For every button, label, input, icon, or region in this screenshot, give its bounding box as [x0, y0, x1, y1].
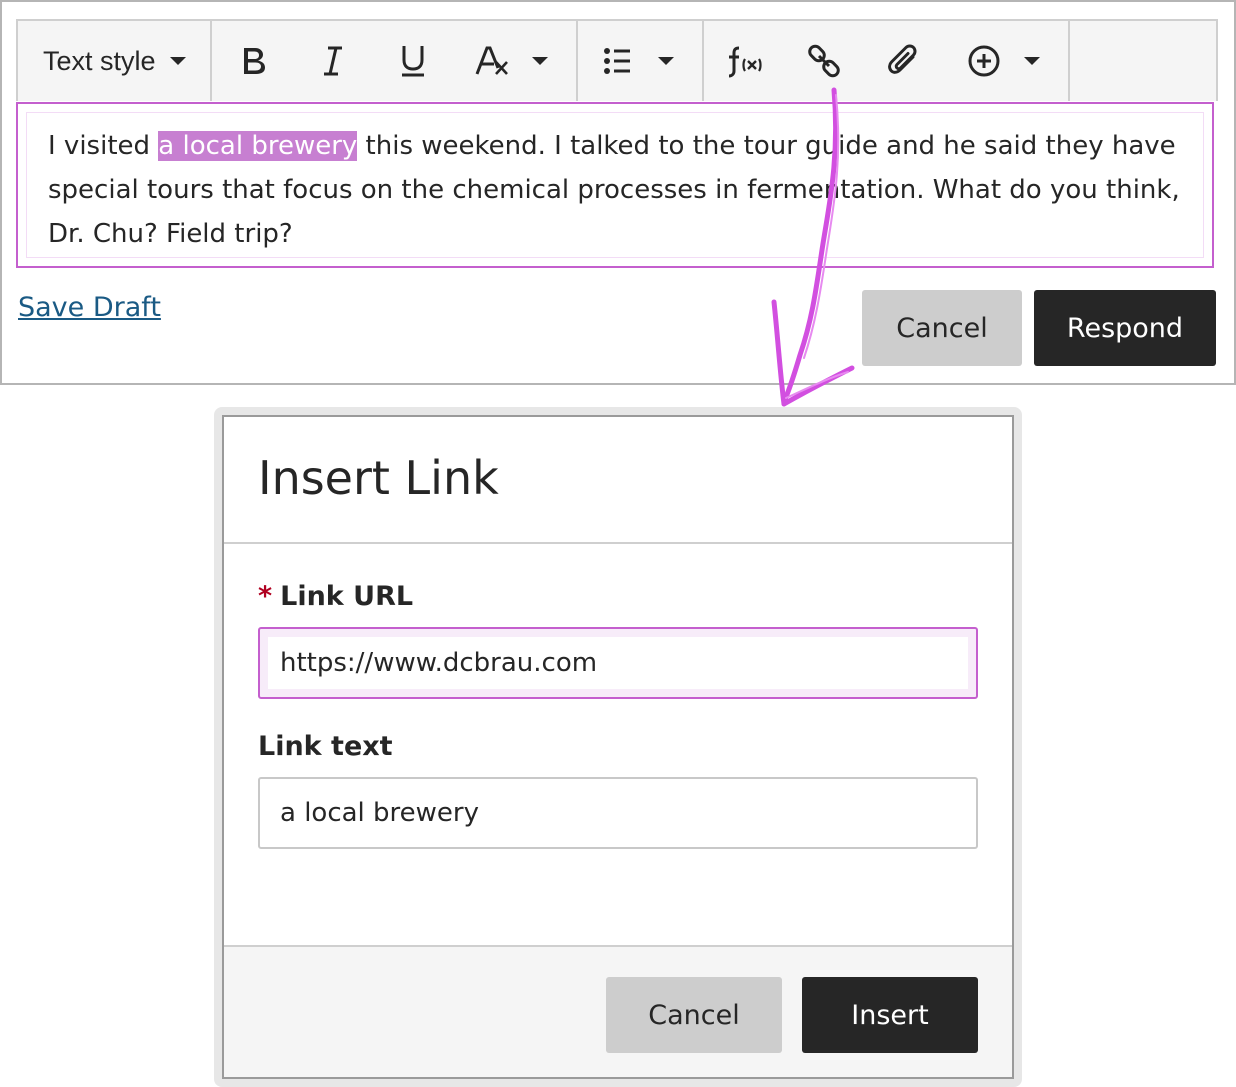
attach-file-button[interactable] — [864, 21, 944, 101]
insert-button[interactable]: Insert — [802, 977, 978, 1053]
required-marker: * — [258, 581, 273, 612]
bold-icon — [243, 48, 265, 74]
dialog-cancel-button[interactable]: Cancel — [606, 977, 782, 1053]
cancel-button[interactable]: Cancel — [862, 290, 1022, 366]
bullet-list-button[interactable] — [578, 21, 658, 101]
dialog-footer: Cancel Insert — [224, 945, 1012, 1077]
text-style-label: Text style — [43, 45, 156, 76]
font-format-icon — [476, 46, 509, 75]
italic-icon — [324, 46, 343, 76]
list-style-dropdown[interactable] — [658, 21, 702, 101]
response-text[interactable]: I visited a local brewery this weekend. … — [48, 124, 1188, 256]
chevron-down-icon — [658, 57, 674, 65]
underline-icon — [401, 46, 424, 77]
link-url-input[interactable] — [258, 627, 978, 699]
paperclip-icon — [888, 44, 917, 74]
dialog-divider — [224, 542, 1012, 544]
font-format-dropdown[interactable] — [532, 21, 576, 101]
add-circle-icon — [968, 45, 1000, 77]
bullet-list-icon — [604, 48, 630, 74]
insert-link-dialog: Insert Link *Link URL Link text Cancel I… — [222, 415, 1014, 1079]
text-before-selection: I visited — [48, 131, 159, 161]
link-text-label: Link text — [258, 731, 393, 762]
editor-toolbar: Text style — [16, 19, 1218, 101]
discussion-editor: Text style I visited a local brewery thi… — [0, 0, 1236, 385]
underline-button[interactable] — [373, 21, 453, 101]
insert-link-button[interactable] — [784, 21, 864, 101]
insert-group — [704, 21, 1070, 101]
bold-button[interactable] — [214, 21, 294, 101]
format-group — [212, 21, 578, 101]
response-text-area[interactable]: I visited a local brewery this weekend. … — [16, 102, 1214, 268]
chevron-down-icon — [532, 57, 549, 65]
math-button[interactable] — [704, 21, 784, 101]
dialog-title: Insert Link — [258, 451, 499, 505]
insert-content-dropdown[interactable] — [1024, 21, 1068, 101]
save-draft-link[interactable]: Save Draft — [18, 292, 161, 323]
list-group — [578, 21, 704, 101]
respond-button[interactable]: Respond — [1034, 290, 1216, 366]
math-formula-icon — [728, 46, 762, 78]
link-icon — [808, 44, 840, 78]
insert-content-button[interactable] — [944, 21, 1024, 101]
font-format-button[interactable] — [453, 21, 533, 101]
link-text-input[interactable] — [258, 777, 978, 849]
chevron-down-icon — [169, 57, 186, 65]
chevron-down-icon — [1024, 57, 1040, 65]
selected-text[interactable]: a local brewery — [158, 131, 358, 161]
text-style-dropdown[interactable]: Text style — [18, 21, 212, 101]
italic-button[interactable] — [294, 21, 374, 101]
link-url-label: * Link URL — [258, 581, 414, 612]
